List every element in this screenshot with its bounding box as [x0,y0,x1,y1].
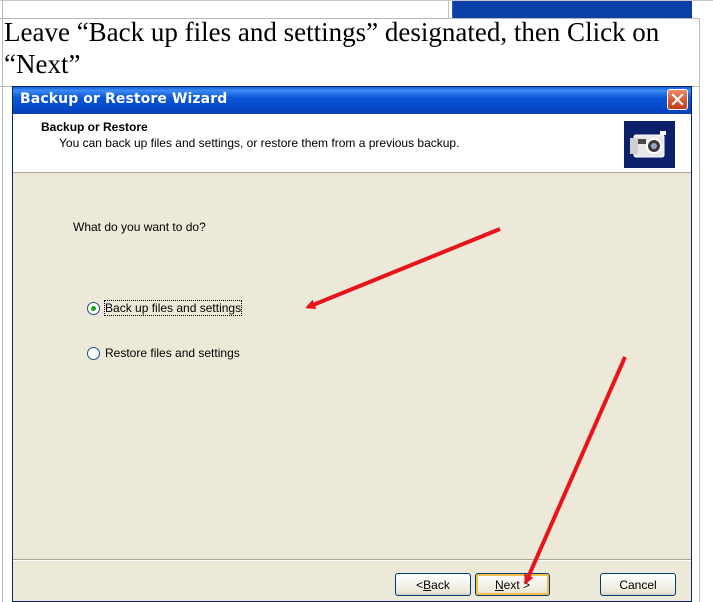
question-label: What do you want to do? [73,220,206,234]
title-bar[interactable]: Backup or Restore Wizard [13,87,691,114]
option-restore[interactable]: Restore files and settings [87,346,240,360]
header-subtitle: You can back up files and settings, or r… [59,136,460,150]
instruction-row: Leave “Back up files and settings” desig… [0,17,700,87]
header-title: Backup or Restore [41,120,148,134]
wizard-body: What do you want to do? Back up files an… [13,173,691,559]
close-button[interactable] [667,89,688,110]
back-accel: B [423,577,432,592]
option-backup[interactable]: Back up files and settings [87,300,243,316]
back-prefix: < [416,577,424,592]
cancel-label: Cancel [619,577,657,592]
footer-separator [13,559,691,561]
option-restore-label[interactable]: Restore files and settings [105,346,240,360]
radio-restore[interactable] [87,346,100,360]
next-accel: N [494,577,504,592]
instruction-text: Leave “Back up files and settings” desig… [4,17,660,79]
wizard-header: Backup or Restore You can back up files … [13,114,691,173]
table-left-border [2,0,3,602]
backup-camera-icon [624,121,675,168]
table-right-border [699,18,700,602]
next-rest: ext > [503,577,531,592]
option-backup-label[interactable]: Back up files and settings [103,300,243,316]
close-icon [671,93,684,106]
window-title: Backup or Restore Wizard [20,91,228,107]
back-button[interactable]: < Back [395,573,471,596]
radio-backup-selected[interactable] [87,301,100,315]
cancel-button[interactable]: Cancel [600,573,676,596]
next-button[interactable]: Next > [475,573,550,596]
backup-restore-wizard-window: Backup or Restore Wizard Backup or Resto… [12,86,692,602]
back-rest: ack [431,577,450,592]
